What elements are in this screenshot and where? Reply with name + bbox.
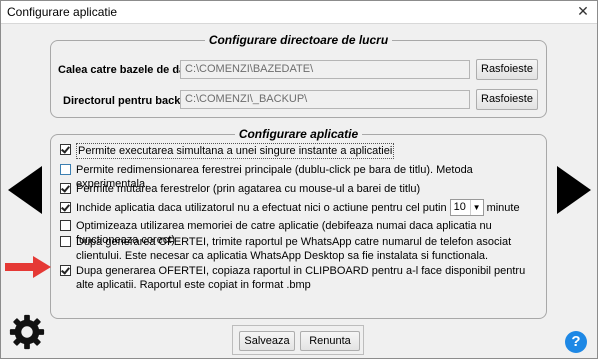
checkbox-single-instance[interactable] (60, 144, 71, 155)
option-clipboard-report[interactable]: Dupa generarea OFERTEI, copiaza raportul… (60, 264, 540, 292)
red-arrow-icon (5, 256, 51, 278)
previous-arrow-icon[interactable] (8, 166, 42, 214)
chevron-down-icon[interactable]: ▼ (469, 200, 483, 215)
browse-db-button[interactable]: Rasfoieste (476, 59, 538, 80)
option-whatsapp-report-label: Dupa generarea OFERTEI, trimite raportul… (76, 236, 512, 262)
checkbox-resize-window[interactable] (60, 164, 71, 175)
close-icon[interactable]: ✕ (573, 2, 593, 20)
option-move-windows-label: Permite mutarea ferestrelor (prin agatar… (76, 183, 421, 195)
checkbox-auto-close[interactable] (60, 202, 71, 213)
browse-backup-button[interactable]: Rasfoieste (476, 89, 538, 110)
gear-icon[interactable] (8, 313, 46, 351)
option-single-instance-label: Permite executarea simultana a unei sing… (76, 143, 395, 159)
directories-legend: Configurare directoare de lucru (208, 33, 389, 47)
window-title: Configurare aplicatie (7, 5, 118, 19)
db-path-field[interactable]: C:\COMENZI\BAZEDATE\ (180, 60, 470, 79)
option-clipboard-report-label: Dupa generarea OFERTEI, copiaza raportul… (76, 265, 526, 291)
option-single-instance[interactable]: Permite executarea simultana a unei sing… (60, 143, 540, 159)
checkbox-optimize-memory[interactable] (60, 220, 71, 231)
title-bar: Configurare aplicatie ✕ (1, 1, 597, 24)
option-whatsapp-report[interactable]: Dupa generarea OFERTEI, trimite raportul… (60, 235, 540, 263)
option-auto-close-label: Inchide aplicatia daca utilizatorul nu a… (76, 201, 447, 214)
option-move-windows[interactable]: Permite mutarea ferestrelor (prin agatar… (60, 182, 540, 196)
next-arrow-icon[interactable] (557, 166, 591, 214)
backup-path-field[interactable]: C:\COMENZI\_BACKUP\ (180, 90, 470, 109)
backup-path-label: Directorul pentru backup: (63, 95, 198, 107)
db-path-label: Calea catre bazele de date: (58, 64, 199, 76)
checkbox-whatsapp-report[interactable] (60, 236, 71, 247)
checkbox-move-windows[interactable] (60, 183, 71, 194)
option-auto-close-unit: minute (486, 201, 520, 214)
checkbox-clipboard-report[interactable] (60, 265, 71, 276)
timeout-value: 10 (453, 201, 466, 213)
timeout-select[interactable]: 10 ▼ (449, 199, 484, 216)
help-icon[interactable]: ? (565, 331, 587, 353)
option-auto-close[interactable]: Inchide aplicatia daca utilizatorul nu a… (60, 199, 540, 216)
cancel-button[interactable]: Renunta (300, 331, 360, 351)
options-legend: Configurare aplicatie (238, 127, 359, 141)
save-button[interactable]: Salveaza (239, 331, 295, 351)
